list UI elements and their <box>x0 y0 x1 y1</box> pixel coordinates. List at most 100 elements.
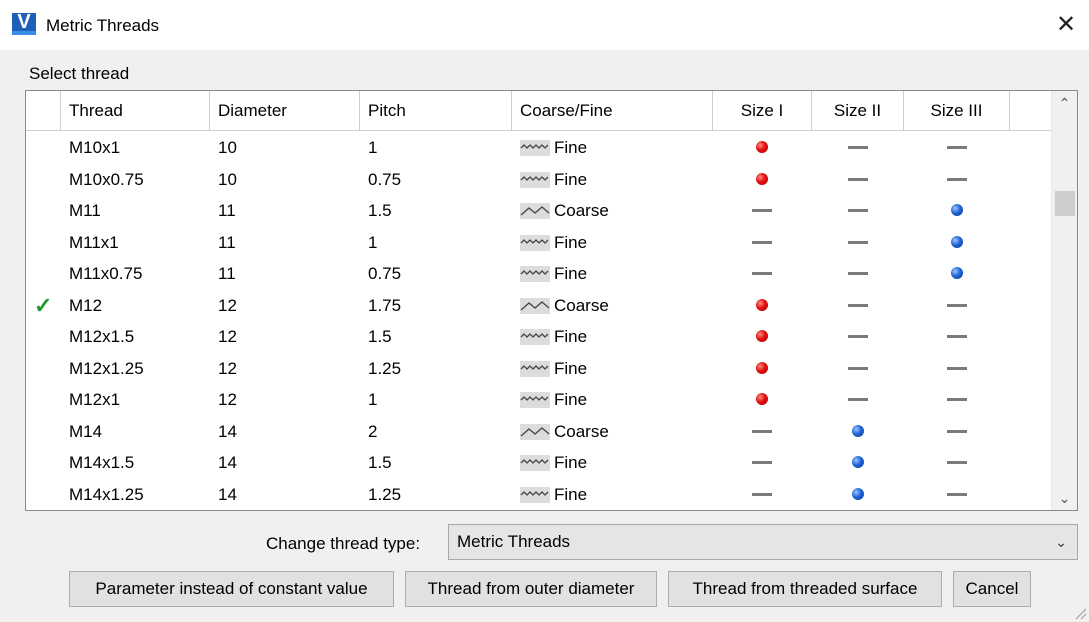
fine-thread-icon <box>520 329 550 345</box>
thread-grid[interactable]: Thread Diameter Pitch Coarse/Fine Size I… <box>25 90 1078 511</box>
not-available-dash-icon <box>947 335 967 338</box>
table-row[interactable]: M12x1 12 1 Fine <box>26 384 1052 415</box>
blue-dot-icon <box>852 487 864 500</box>
fine-thread-icon <box>520 455 550 471</box>
diameter-cell: 14 <box>218 453 237 472</box>
fine-thread-icon <box>520 171 550 188</box>
header-thread[interactable]: Thread <box>61 91 210 131</box>
not-available-dash-icon <box>848 335 868 338</box>
table-row[interactable]: M14x1.5 14 1.5 Fine <box>26 447 1052 478</box>
fine-thread-icon <box>520 486 550 503</box>
coarse-fine-cell: Fine <box>554 232 588 252</box>
thread-cell: M14x1.5 <box>69 453 135 472</box>
header-filler <box>1010 91 1052 131</box>
pitch-cell: 0.75 <box>368 264 402 283</box>
table-row[interactable]: M11x1 11 1 Fine <box>26 227 1052 258</box>
table-row[interactable]: ✓ M12 12 1.75 Coarse <box>26 290 1052 321</box>
pitch-cell: 1 <box>368 390 378 409</box>
thread-type-label: Change thread type: <box>266 534 421 553</box>
scroll-up-icon[interactable]: ⌃ <box>1052 91 1077 115</box>
not-available-dash-icon <box>752 461 772 464</box>
not-available-dash-icon <box>752 240 772 244</box>
pitch-cell: 1.5 <box>368 327 392 346</box>
red-dot-icon <box>756 361 768 374</box>
diameter-cell: 14 <box>218 421 237 441</box>
coarse-thread-icon <box>520 203 550 219</box>
not-available-dash-icon <box>947 398 967 401</box>
not-available-dash-icon <box>848 240 868 244</box>
table-row[interactable]: M11x0.75 11 0.75 Fine <box>26 258 1052 289</box>
select-thread-label: Select thread <box>29 64 130 83</box>
header-pitch[interactable]: Pitch <box>360 91 512 131</box>
header-size-ii[interactable]: Size II <box>812 91 904 131</box>
blue-dot-icon <box>852 424 864 437</box>
not-available-dash-icon <box>848 146 868 149</box>
not-available-dash-icon <box>947 303 967 307</box>
not-available-dash-icon <box>848 177 868 181</box>
not-available-dash-icon <box>947 366 967 370</box>
fine-thread-icon <box>520 392 550 408</box>
pitch-cell: 0.75 <box>368 169 402 189</box>
grid-header: Thread Diameter Pitch Coarse/Fine Size I… <box>26 91 1052 132</box>
thread-cell: M10x1 <box>69 138 121 157</box>
coarse-fine-cell: Fine <box>554 327 588 346</box>
coarse-thread-icon <box>520 423 550 440</box>
table-row[interactable]: M12x1.25 12 1.25 Fine <box>26 353 1052 384</box>
diameter-cell: 11 <box>218 232 236 252</box>
thread-from-outer-diameter-button[interactable]: Thread from outer diameter <box>405 571 657 607</box>
diameter-cell: 10 <box>218 138 237 157</box>
header-diameter[interactable]: Diameter <box>210 91 360 131</box>
header-size-iii[interactable]: Size III <box>904 91 1010 131</box>
diameter-cell: 14 <box>218 484 237 504</box>
table-row[interactable]: M12x1.5 12 1.5 Fine <box>26 321 1052 352</box>
not-available-dash-icon <box>848 398 868 401</box>
coarse-fine-cell: Fine <box>554 138 588 157</box>
table-row[interactable]: M11 11 1.5 Coarse <box>26 195 1052 226</box>
diameter-cell: 12 <box>218 358 237 378</box>
thread-cell: M11x0.75 <box>69 264 143 283</box>
not-available-dash-icon <box>752 492 772 496</box>
coarse-thread-icon <box>520 297 550 314</box>
parameter-instead-button[interactable]: Parameter instead of constant value <box>69 571 394 607</box>
pitch-cell: 1.5 <box>368 453 392 472</box>
not-available-dash-icon <box>947 146 967 149</box>
thread-cell: M11x1 <box>69 232 119 252</box>
window-title: Metric Threads <box>46 16 160 35</box>
diameter-cell: 11 <box>218 264 236 283</box>
chevron-down-icon: ⌄ <box>1055 534 1067 550</box>
fine-thread-icon <box>520 234 550 251</box>
header-size-i[interactable]: Size I <box>713 91 812 131</box>
not-available-dash-icon <box>848 209 868 212</box>
blue-dot-icon <box>852 456 864 468</box>
red-dot-icon <box>756 298 768 311</box>
header-marker-column <box>26 91 61 131</box>
scroll-thumb[interactable] <box>1055 191 1075 216</box>
pitch-cell: 2 <box>368 421 378 441</box>
not-available-dash-icon <box>947 461 967 464</box>
checkmark-icon: ✓ <box>34 292 53 318</box>
header-coarse-fine[interactable]: Coarse/Fine <box>512 91 713 131</box>
pitch-cell: 1.5 <box>368 201 392 220</box>
table-row[interactable]: M14x1.25 14 1.25 Fine <box>26 479 1052 510</box>
table-row[interactable]: M14 14 2 Coarse <box>26 416 1052 447</box>
table-row[interactable]: M10x0.75 10 0.75 Fine <box>26 164 1052 195</box>
fine-thread-icon <box>520 360 550 377</box>
not-available-dash-icon <box>848 303 868 307</box>
coarse-fine-cell: Fine <box>554 390 588 409</box>
not-available-dash-icon <box>752 272 772 275</box>
scroll-down-icon[interactable]: ⌄ <box>1052 486 1077 510</box>
thread-cell: M12 <box>69 295 103 315</box>
cancel-button[interactable]: Cancel <box>953 571 1031 607</box>
diameter-cell: 12 <box>218 327 237 346</box>
thread-cell: M12x1 <box>69 390 121 409</box>
thread-from-threaded-surface-button[interactable]: Thread from threaded surface <box>668 571 942 607</box>
not-available-dash-icon <box>947 429 967 433</box>
vertical-scrollbar[interactable]: ⌃ ⌄ <box>1051 91 1077 510</box>
close-button[interactable]: ✕ <box>1043 0 1089 50</box>
coarse-fine-cell: Fine <box>554 264 588 283</box>
thread-type-value: Metric Threads <box>457 532 571 551</box>
table-row[interactable]: M10x1 10 1 Fine <box>26 132 1052 163</box>
coarse-fine-cell: Fine <box>554 484 588 504</box>
thread-type-select[interactable]: Metric Threads ⌄ <box>448 524 1078 560</box>
resize-grip-icon[interactable] <box>1073 606 1087 620</box>
